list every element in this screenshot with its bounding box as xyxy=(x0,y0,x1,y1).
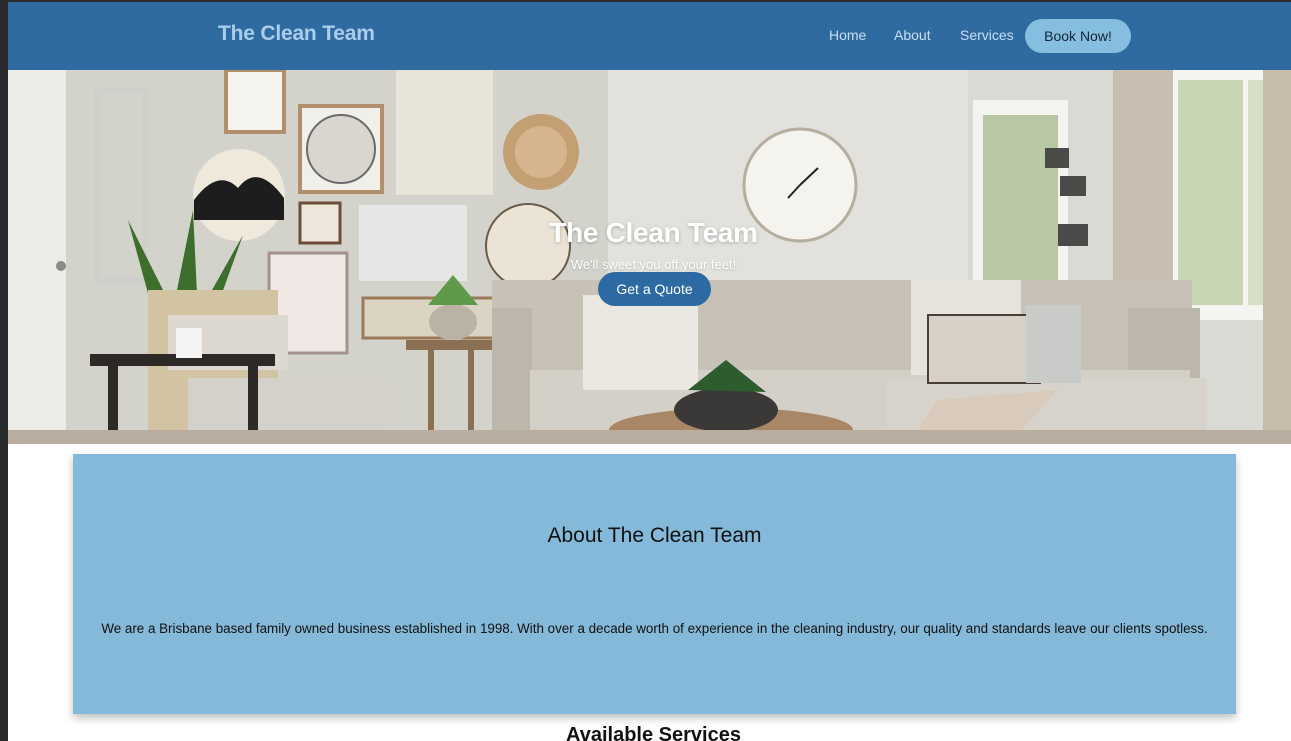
page-viewport: The Clean Team Home About Services Book … xyxy=(8,2,1291,741)
hero-title: The Clean Team xyxy=(549,217,758,248)
about-section: About The Clean Team We are a Brisbane b… xyxy=(73,454,1236,714)
book-now-button[interactable]: Book Now! xyxy=(1025,19,1131,53)
hero-subtitle: We'll sweet you off your feet! xyxy=(570,257,737,272)
navbar: The Clean Team Home About Services Book … xyxy=(8,2,1291,70)
nav-link-about[interactable]: About xyxy=(894,27,931,43)
brand-logo[interactable]: The Clean Team xyxy=(218,22,375,46)
get-quote-button[interactable]: Get a Quote xyxy=(598,272,711,306)
about-text: We are a Brisbane based family owned bus… xyxy=(101,621,1208,636)
hero-banner: The Clean Team We'll sweet you off your … xyxy=(8,70,1291,444)
about-title: About The Clean Team xyxy=(547,524,762,547)
nav-link-services[interactable]: Services xyxy=(960,27,1014,43)
services-title: Available Services xyxy=(566,724,741,741)
nav-link-home[interactable]: Home xyxy=(829,27,866,43)
